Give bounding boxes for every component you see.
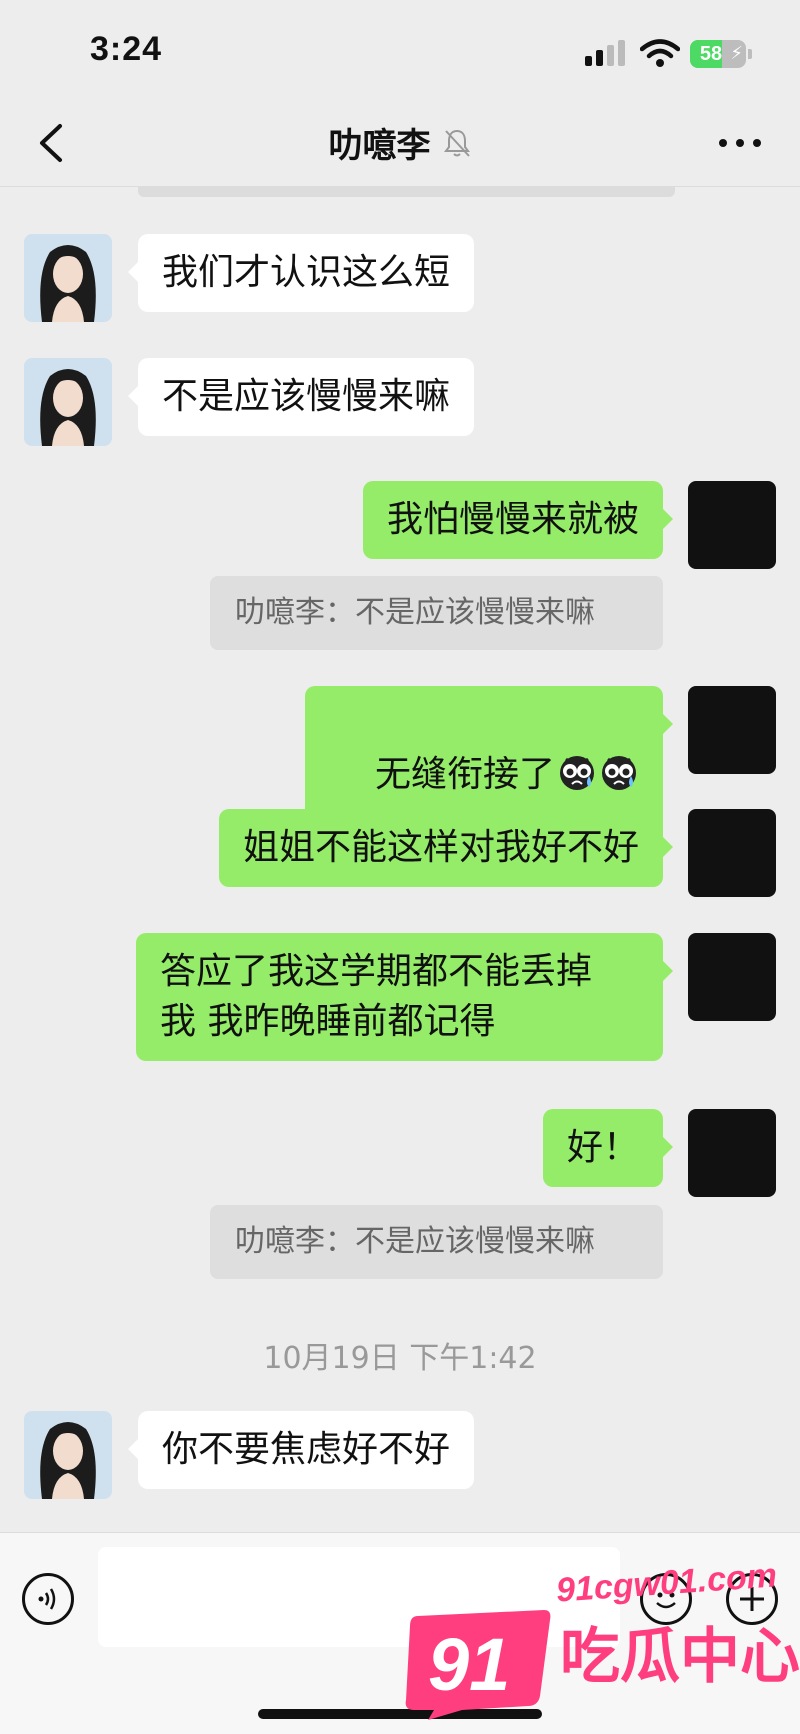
battery-percentage: 58 xyxy=(699,43,723,65)
battery-charging-icon: 58 ⚡ xyxy=(690,40,746,68)
charging-bolt-icon: ⚡ xyxy=(730,43,743,64)
crying-face-emoji xyxy=(560,756,594,790)
my-avatar[interactable] xyxy=(688,686,776,774)
bell-muted-icon xyxy=(443,129,470,157)
watermark-text: 吃瓜中心 xyxy=(560,1622,800,1692)
outgoing-message[interactable]: 好！ xyxy=(542,1109,674,1187)
contact-avatar[interactable] xyxy=(24,1411,112,1499)
incoming-message[interactable]: 不是应该慢慢来嘛 xyxy=(127,358,475,436)
chat-title-wrap: 叻噫李 xyxy=(0,118,800,167)
my-avatar[interactable] xyxy=(688,809,776,897)
voice-input-icon[interactable] xyxy=(22,1573,74,1625)
contact-avatar[interactable] xyxy=(24,234,112,322)
outgoing-message[interactable]: 答应了我这学期都不能丢掉 我 我昨晚睡前都记得 xyxy=(136,933,673,1061)
outgoing-message[interactable]: 姐姐不能这样对我好不好 xyxy=(218,809,674,887)
battery-cap xyxy=(748,49,752,59)
message-text: 无缝衔接了 xyxy=(374,754,555,795)
quoted-reply[interactable]: 叻噫李：不是应该慢慢来嘛 xyxy=(210,576,663,650)
incoming-message[interactable]: 你不要焦虑好不好 xyxy=(127,1411,475,1489)
message-timestamp: 10月19日 下午1:42 xyxy=(263,1341,537,1376)
cellular-signal-icon xyxy=(585,40,627,66)
my-avatar[interactable] xyxy=(688,481,776,569)
chat-title: 叻噫李 xyxy=(328,126,431,166)
incoming-message[interactable]: 我们才认识这么短 xyxy=(127,234,475,312)
outgoing-message[interactable]: 我怕慢慢来就被 xyxy=(362,481,674,559)
crying-face-emoji xyxy=(602,756,636,790)
chat-header: 叻噫李 xyxy=(0,100,800,187)
watermark-badge-number: 91 xyxy=(428,1623,511,1706)
quote-bubble-partial xyxy=(138,187,675,197)
status-time: 3:24 xyxy=(90,30,163,68)
my-avatar[interactable] xyxy=(688,1109,776,1197)
message-list[interactable]: 我们才认识这么短 不是应该慢慢来嘛 我怕慢慢来就被 叻噫李：不是应该慢慢来嘛 无… xyxy=(0,187,800,1532)
quoted-reply[interactable]: 叻噫李：不是应该慢慢来嘛 xyxy=(210,1205,663,1279)
more-dots-icon[interactable] xyxy=(715,128,765,158)
my-avatar[interactable] xyxy=(688,933,776,1021)
voice-waves-glyph xyxy=(38,1588,56,1610)
wifi-icon xyxy=(640,39,680,67)
status-bar: 3:24 58 ⚡ xyxy=(0,0,800,100)
contact-avatar[interactable] xyxy=(24,358,112,446)
